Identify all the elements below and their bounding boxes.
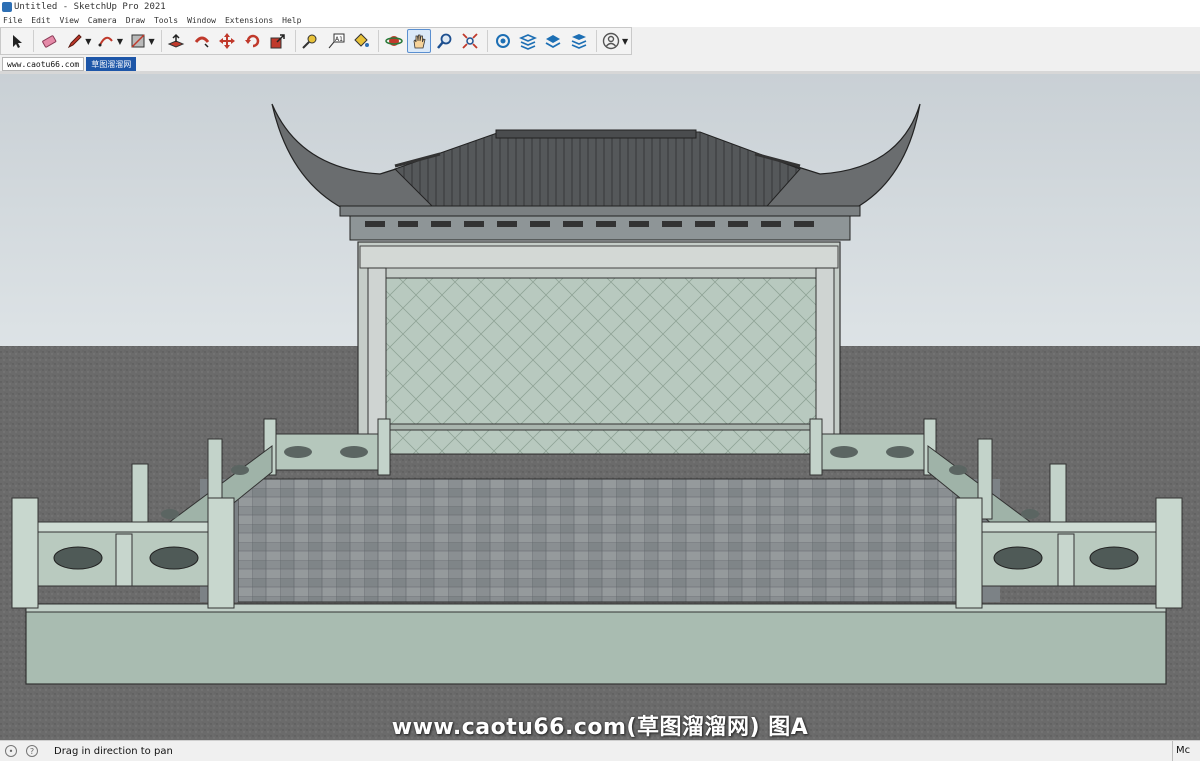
menu-view[interactable]: View bbox=[60, 16, 79, 25]
model-render bbox=[0, 74, 1200, 740]
select-tool-button[interactable] bbox=[5, 29, 28, 53]
tape-measure-icon bbox=[302, 34, 317, 49]
follow-me-icon bbox=[194, 36, 209, 48]
user-account-icon bbox=[603, 32, 620, 50]
menu-help[interactable]: Help bbox=[282, 16, 301, 25]
extension-manager-icon bbox=[571, 34, 587, 49]
scene-tabs: www.caotu66.com 草图溜溜网 bbox=[0, 55, 1200, 71]
paint-bucket-icon bbox=[354, 33, 370, 47]
rotate-icon bbox=[244, 34, 259, 48]
roof-ridge bbox=[495, 129, 697, 139]
arc-icon bbox=[98, 36, 113, 47]
follow-me-tool-button[interactable] bbox=[190, 29, 213, 53]
menu-edit[interactable]: Edit bbox=[31, 16, 50, 25]
move-arrows-icon bbox=[219, 33, 236, 49]
arrow-cursor-icon bbox=[12, 35, 22, 48]
layout-tool-button[interactable] bbox=[542, 29, 565, 53]
tape-measure-tool-button[interactable] bbox=[299, 29, 322, 53]
chevron-down-icon[interactable]: ▼ bbox=[117, 37, 123, 46]
rotate-tool-button[interactable] bbox=[241, 29, 264, 53]
terrace-coping bbox=[25, 603, 1167, 613]
title-bar: Untitled - SketchUp Pro 2021 bbox=[0, 0, 1200, 13]
chevron-down-icon[interactable]: ▼ bbox=[148, 37, 154, 46]
move-tool-button[interactable] bbox=[215, 29, 238, 53]
watermark-text: www.caotu66.com(草图溜溜网) 图A bbox=[391, 715, 809, 740]
text-tool-button[interactable]: A1 bbox=[324, 29, 347, 53]
account-tool-button[interactable] bbox=[600, 29, 623, 53]
arc-tool-button[interactable] bbox=[94, 29, 117, 53]
orbit-icon bbox=[385, 36, 403, 46]
text-icon: A1 bbox=[328, 33, 345, 49]
toolbar-separator bbox=[160, 30, 162, 52]
measurements-box[interactable]: Mc bbox=[1172, 741, 1200, 761]
push-pull-tool-button[interactable] bbox=[165, 29, 188, 53]
rectangle-tool-button[interactable] bbox=[126, 29, 149, 53]
scene-tab[interactable]: www.caotu66.com bbox=[2, 57, 85, 71]
line-tool-button[interactable] bbox=[63, 29, 86, 53]
warehouse-tool-button[interactable] bbox=[491, 29, 514, 53]
wall-rail bbox=[379, 423, 821, 431]
rectangle-icon bbox=[131, 34, 145, 48]
svg-text:A1: A1 bbox=[335, 36, 343, 43]
eraser-tool-button[interactable] bbox=[37, 29, 60, 53]
3d-warehouse-icon bbox=[495, 34, 510, 48]
menu-file[interactable]: File bbox=[3, 16, 22, 25]
wall-lintel bbox=[359, 245, 839, 269]
scale-tool-button[interactable] bbox=[266, 29, 289, 53]
scene-tab-active[interactable]: 草图溜溜网 bbox=[86, 57, 137, 71]
push-pull-icon bbox=[168, 33, 185, 48]
menu-draw[interactable]: Draw bbox=[126, 16, 145, 25]
pan-tool-button[interactable] bbox=[407, 29, 431, 53]
menu-bar: File Edit View Camera Draw Tools Window … bbox=[0, 13, 1200, 27]
paint-bucket-tool-button[interactable] bbox=[350, 29, 373, 53]
chevron-down-icon[interactable]: ▼ bbox=[85, 37, 91, 46]
model-viewport[interactable]: www.caotu66.com(草图溜溜网) 图A bbox=[0, 71, 1200, 740]
menu-camera[interactable]: Camera bbox=[88, 16, 117, 25]
hand-icon bbox=[413, 34, 426, 49]
status-bar: • ? Drag in direction to pan Mc bbox=[0, 740, 1200, 761]
toolbar-separator bbox=[595, 30, 597, 52]
scale-icon bbox=[270, 34, 285, 49]
toolbar-separator bbox=[33, 30, 35, 52]
pencil-icon bbox=[67, 34, 82, 49]
chevron-down-icon[interactable]: ▼ bbox=[622, 37, 628, 46]
eraser-icon bbox=[42, 35, 57, 48]
instructor-info-icon[interactable]: ? bbox=[26, 745, 38, 757]
roof-fascia bbox=[339, 205, 861, 217]
magnifier-icon bbox=[436, 33, 452, 49]
zoom-tool-button[interactable] bbox=[433, 29, 456, 53]
menu-window[interactable]: Window bbox=[187, 16, 216, 25]
toolbar-separator bbox=[294, 30, 296, 52]
layout-icon bbox=[545, 35, 561, 49]
extension-warehouse-tool-button[interactable] bbox=[516, 29, 539, 53]
sketchup-logo-icon bbox=[2, 1, 12, 12]
status-hint: Drag in direction to pan bbox=[54, 745, 173, 757]
terrace-floor bbox=[237, 478, 959, 603]
menu-tools[interactable]: Tools bbox=[154, 16, 178, 25]
menu-extensions[interactable]: Extensions bbox=[225, 16, 273, 25]
zoom-extents-icon bbox=[462, 33, 478, 49]
extension-warehouse-icon bbox=[518, 34, 537, 50]
toolbar-separator bbox=[378, 30, 380, 52]
orbit-tool-button[interactable] bbox=[382, 29, 405, 53]
terrace-base bbox=[25, 603, 1167, 685]
extension-manager-tool-button[interactable] bbox=[567, 29, 590, 53]
bracket-set bbox=[349, 215, 851, 241]
getting-started-toolbar: ▼ ▼ ▼ A1 ▼ bbox=[0, 27, 632, 55]
zoom-extents-tool-button[interactable] bbox=[458, 29, 481, 53]
window-title: Untitled - SketchUp Pro 2021 bbox=[14, 1, 166, 12]
geo-location-icon[interactable]: • bbox=[5, 745, 17, 757]
toolbar-separator bbox=[486, 30, 488, 52]
